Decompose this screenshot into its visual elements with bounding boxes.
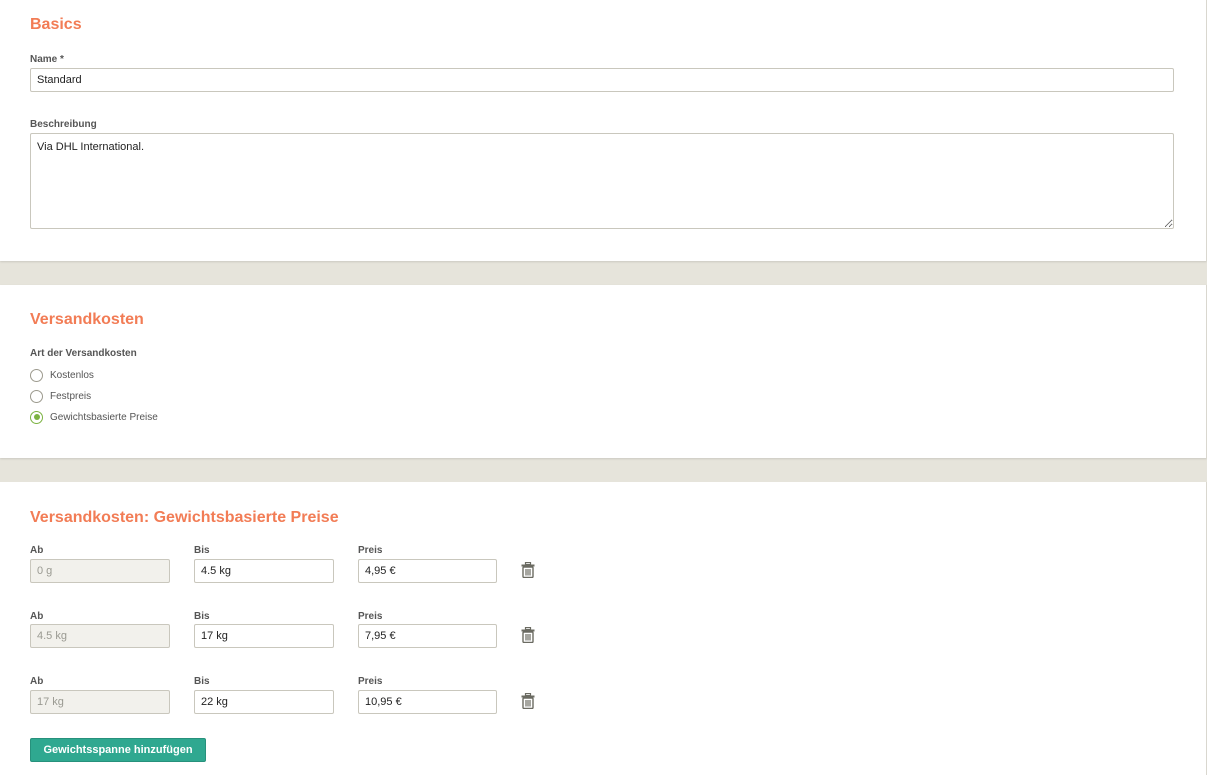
shipping-type-label: Art der Versandkosten [30, 348, 137, 359]
weight-prices-title: Versandkosten: Gewichtsbasierte Preise [30, 509, 339, 526]
radio-label-kostenlos: Kostenlos [50, 369, 94, 381]
to-label: Bis [194, 676, 210, 687]
price-field[interactable] [358, 624, 497, 648]
price-label: Preis [358, 611, 383, 622]
trash-icon[interactable] [521, 627, 535, 643]
to-weight-field[interactable] [194, 559, 334, 583]
shipping-title: Versandkosten [30, 311, 144, 328]
add-weight-range-button[interactable]: Gewichtsspanne hinzufügen [30, 738, 206, 762]
radio-option-festpreis[interactable]: Festpreis [30, 388, 91, 404]
from-weight-field [30, 559, 170, 583]
to-weight-field[interactable] [194, 624, 334, 648]
description-field[interactable]: Via DHL International. [30, 133, 1174, 229]
from-weight-field [30, 624, 170, 648]
basics-title: Basics [30, 16, 82, 33]
to-label: Bis [194, 611, 210, 622]
radio-button-kostenlos[interactable] [30, 368, 43, 382]
radio-button-gewichtsbasierte-preise[interactable] [30, 410, 43, 424]
basics-panel: Basics Name * Beschreibung Via DHL Inter… [0, 0, 1207, 261]
trash-icon[interactable] [521, 693, 535, 709]
trash-icon[interactable] [521, 562, 535, 578]
radio-label-gewichtsbasierte-preise: Gewichtsbasierte Preise [50, 411, 158, 423]
name-field[interactable] [30, 68, 1174, 92]
price-label: Preis [358, 676, 383, 687]
from-label: Ab [30, 611, 44, 622]
radio-label-festpreis: Festpreis [50, 390, 92, 402]
weight-prices-panel: Versandkosten: Gewichtsbasierte Preise A… [0, 482, 1207, 775]
name-label: Name * [30, 54, 64, 65]
from-weight-field [30, 690, 170, 714]
description-label: Beschreibung [30, 119, 97, 130]
price-field[interactable] [358, 690, 497, 714]
to-label: Bis [194, 545, 210, 556]
radio-option-gewichtsbasierte-preise[interactable]: Gewichtsbasierte Preise [30, 409, 158, 425]
price-field[interactable] [358, 559, 497, 583]
price-label: Preis [358, 545, 383, 556]
from-label: Ab [30, 676, 44, 687]
to-weight-field[interactable] [194, 690, 334, 714]
radio-button-festpreis[interactable] [30, 389, 43, 403]
shipping-panel: Versandkosten Art der Versandkosten Kost… [0, 285, 1207, 458]
radio-option-kostenlos[interactable]: Kostenlos [30, 367, 94, 383]
from-label: Ab [30, 545, 44, 556]
